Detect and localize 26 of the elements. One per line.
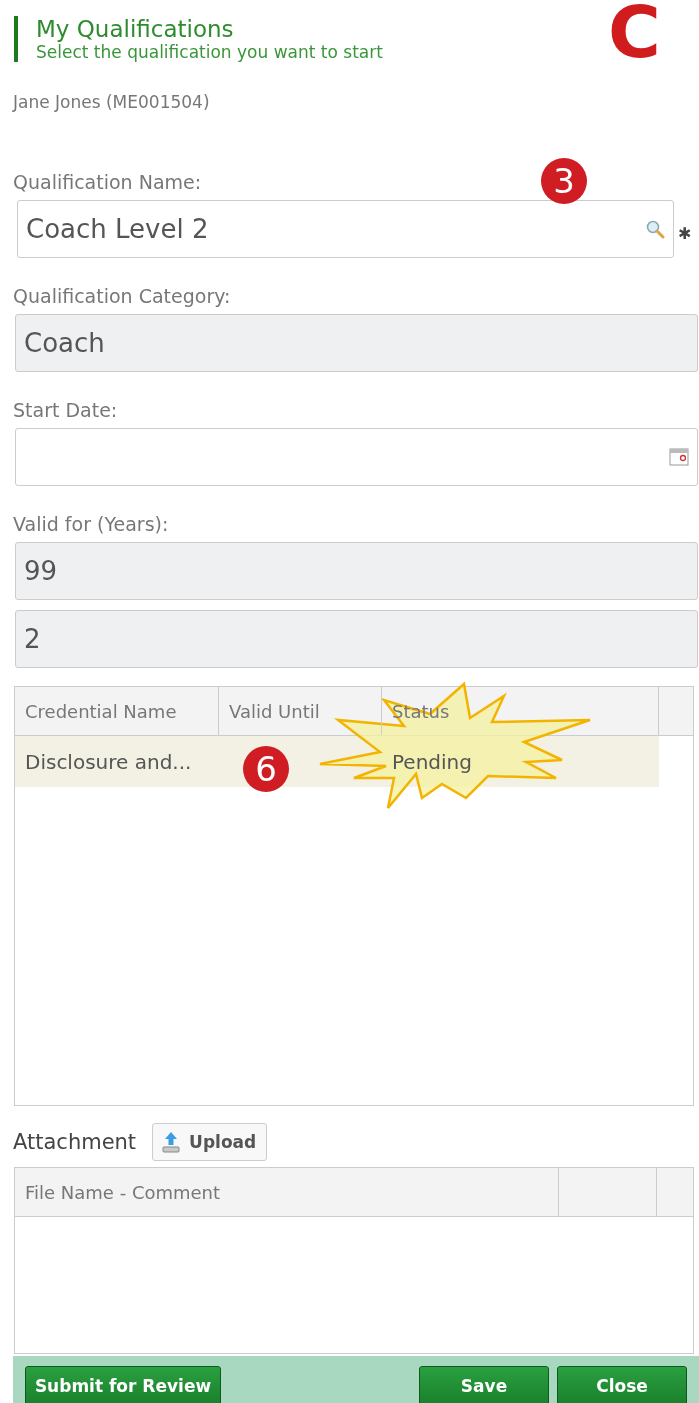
table-cell: Pending [392,749,472,774]
date-field[interactable] [15,428,698,486]
annotation-title: C [608,0,661,72]
column-header[interactable]: Credential Name [15,687,219,735]
footer-button[interactable]: Close [557,1366,687,1403]
readonly-field: 99 [15,542,698,600]
page-subtitle: Select the qualification you want to start [36,42,383,62]
readonly-field: Coach [15,314,698,372]
table-cell: Disclosure and... [25,749,192,774]
field-label: Start Date: [13,398,118,422]
qualification-search-field[interactable]: Coach Level 2 [17,200,674,258]
search-icon[interactable] [645,219,665,239]
step-number-badge: 3 [541,158,587,204]
submit-button[interactable]: Submit for Review [25,1366,221,1403]
readonly-field: 2 [15,610,698,668]
field-label: Valid for (Years): [13,512,169,536]
footer-button[interactable]: Save [419,1366,549,1403]
upload-button[interactable]: Upload [152,1123,268,1161]
field-label: Qualification Name: [13,170,202,194]
field-label: Qualification Category: [13,284,231,308]
required-asterisk-icon: ✱ [678,223,692,243]
upload-icon [161,1131,182,1153]
page-title: My Qualifications [36,16,235,42]
calendar-icon[interactable] [669,447,689,467]
attachment-label: Attachment [13,1130,137,1154]
member-name: Jane Jones (ME001504) [13,92,211,112]
